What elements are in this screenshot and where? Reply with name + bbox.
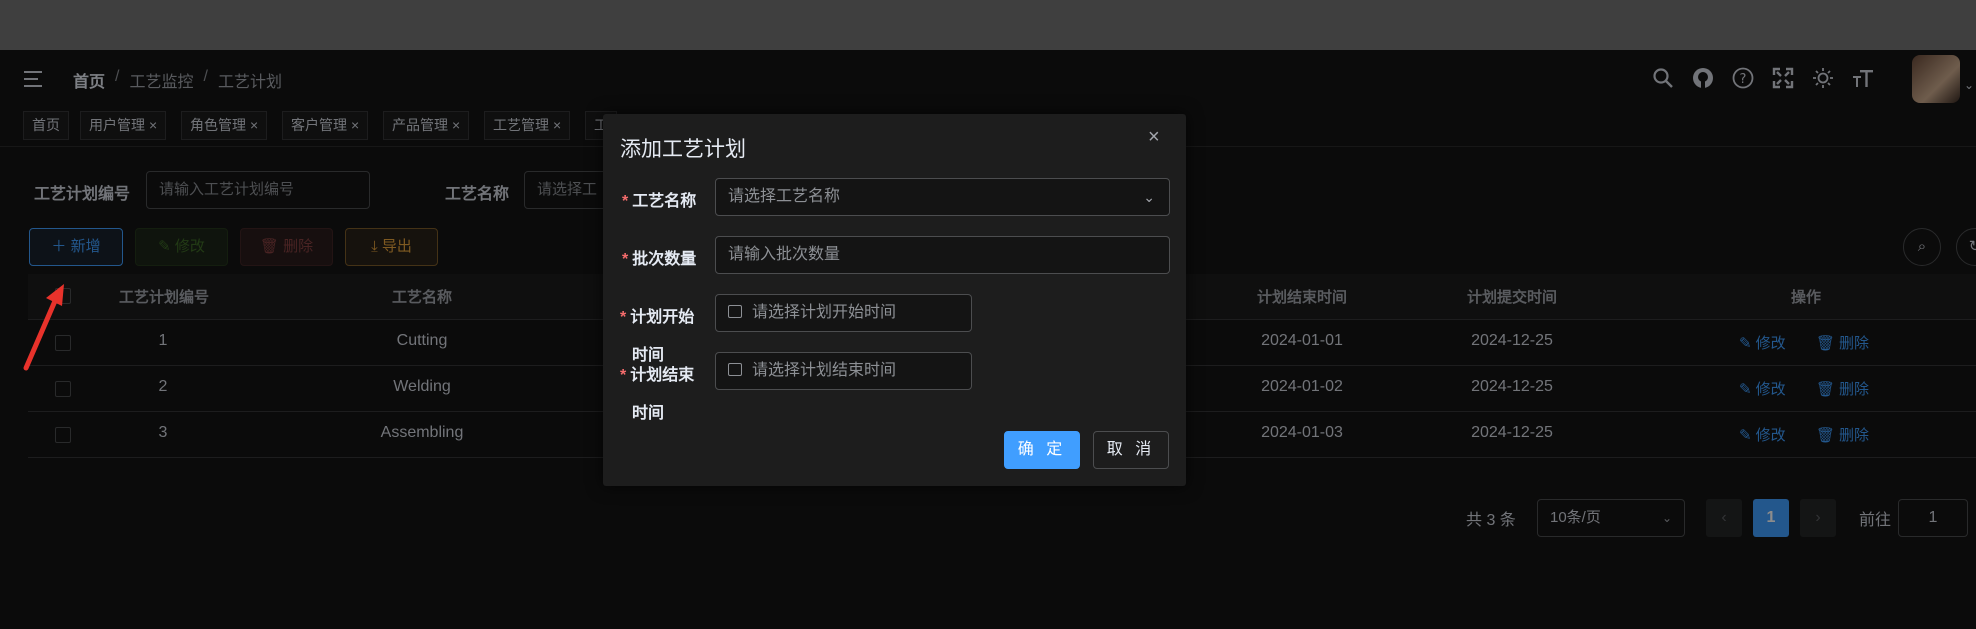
label-text: 批次数量 <box>632 251 697 268</box>
close-icon[interactable]: × <box>1148 126 1160 149</box>
label-text: 计划开始 <box>630 309 695 326</box>
plan-start-field-label: * 计划开始 <box>620 303 694 327</box>
placeholder: 请选择工艺名称 <box>728 188 841 205</box>
plan-end-field-label-line2: 时间 <box>632 405 665 422</box>
label-text: 工艺名称 <box>632 193 697 210</box>
batch-qty-input[interactable]: 请输入批次数量 <box>715 236 1170 274</box>
craft-name-field-label: * 工艺名称 <box>622 187 696 211</box>
calendar-icon <box>728 305 742 319</box>
label-text: 计划结束 <box>630 367 695 384</box>
plan-end-field-label: * 计划结束 <box>620 361 694 385</box>
required-mark: * <box>620 367 627 384</box>
plan-end-date-picker[interactable]: 请选择计划结束时间 <box>715 352 972 390</box>
dialog-title: 添加工艺计划 <box>620 138 746 161</box>
cancel-button[interactable]: 取 消 <box>1093 431 1169 469</box>
browser-top-bar <box>0 0 1976 50</box>
required-mark: * <box>620 309 627 326</box>
placeholder: 请选择计划结束时间 <box>752 362 897 379</box>
plan-start-date-picker[interactable]: 请选择计划开始时间 <box>715 294 972 332</box>
calendar-icon <box>728 363 742 377</box>
craft-name-select[interactable]: 请选择工艺名称 ⌄ <box>715 178 1170 216</box>
confirm-button[interactable]: 确 定 <box>1004 431 1080 469</box>
placeholder: 请选择计划开始时间 <box>752 304 897 321</box>
required-mark: * <box>622 251 629 268</box>
chevron-down-icon: ⌄ <box>1143 189 1155 205</box>
add-craft-plan-dialog: 添加工艺计划 × * 工艺名称 请选择工艺名称 ⌄ * 批次数量 请输入批次数量 * 计… <box>603 114 1186 486</box>
batch-qty-field-label: * 批次数量 <box>622 245 696 269</box>
annotation-arrow-icon <box>23 284 64 371</box>
required-mark: * <box>622 193 629 210</box>
